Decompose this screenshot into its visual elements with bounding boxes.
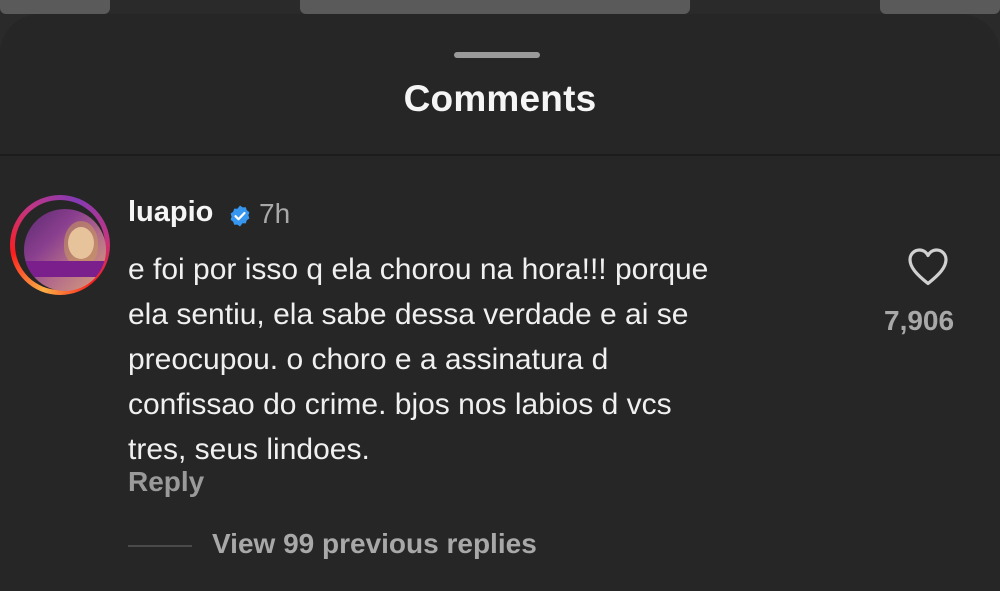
reply-button[interactable]: Reply <box>128 466 204 498</box>
comment-text-line: tres, seus lindoes. <box>128 433 370 466</box>
comment-text-line: e foi por isso q ela chorou na hora!!! p… <box>128 253 709 286</box>
replies-divider <box>128 545 192 547</box>
comment-text-line: confissao do crime. bjos nos labios d vc… <box>128 388 672 421</box>
sheet-title: Comments <box>403 78 597 119</box>
like-count: 7,906 <box>884 305 955 336</box>
avatar[interactable] <box>10 195 110 295</box>
heart-outline-icon[interactable] <box>906 247 950 287</box>
comment-text-line: preocupou. o choro e a assinatura d <box>128 343 609 376</box>
avatar-image <box>24 209 106 291</box>
background-element <box>300 0 690 14</box>
background-element <box>0 0 110 14</box>
drag-handle[interactable] <box>454 52 540 58</box>
comment-text-line: ela sentiu, ela sabe dessa verdade e ai … <box>128 298 689 331</box>
comment-username[interactable]: luapio <box>128 196 213 229</box>
background-element <box>880 0 1000 14</box>
view-replies-button[interactable]: View 99 previous replies <box>212 528 537 560</box>
comment-timestamp: 7h <box>259 198 291 229</box>
comment-text: e foi por isso q ela chorou na hora!!! p… <box>128 247 868 472</box>
verified-badge-icon <box>230 205 250 227</box>
header-divider <box>0 154 1000 156</box>
